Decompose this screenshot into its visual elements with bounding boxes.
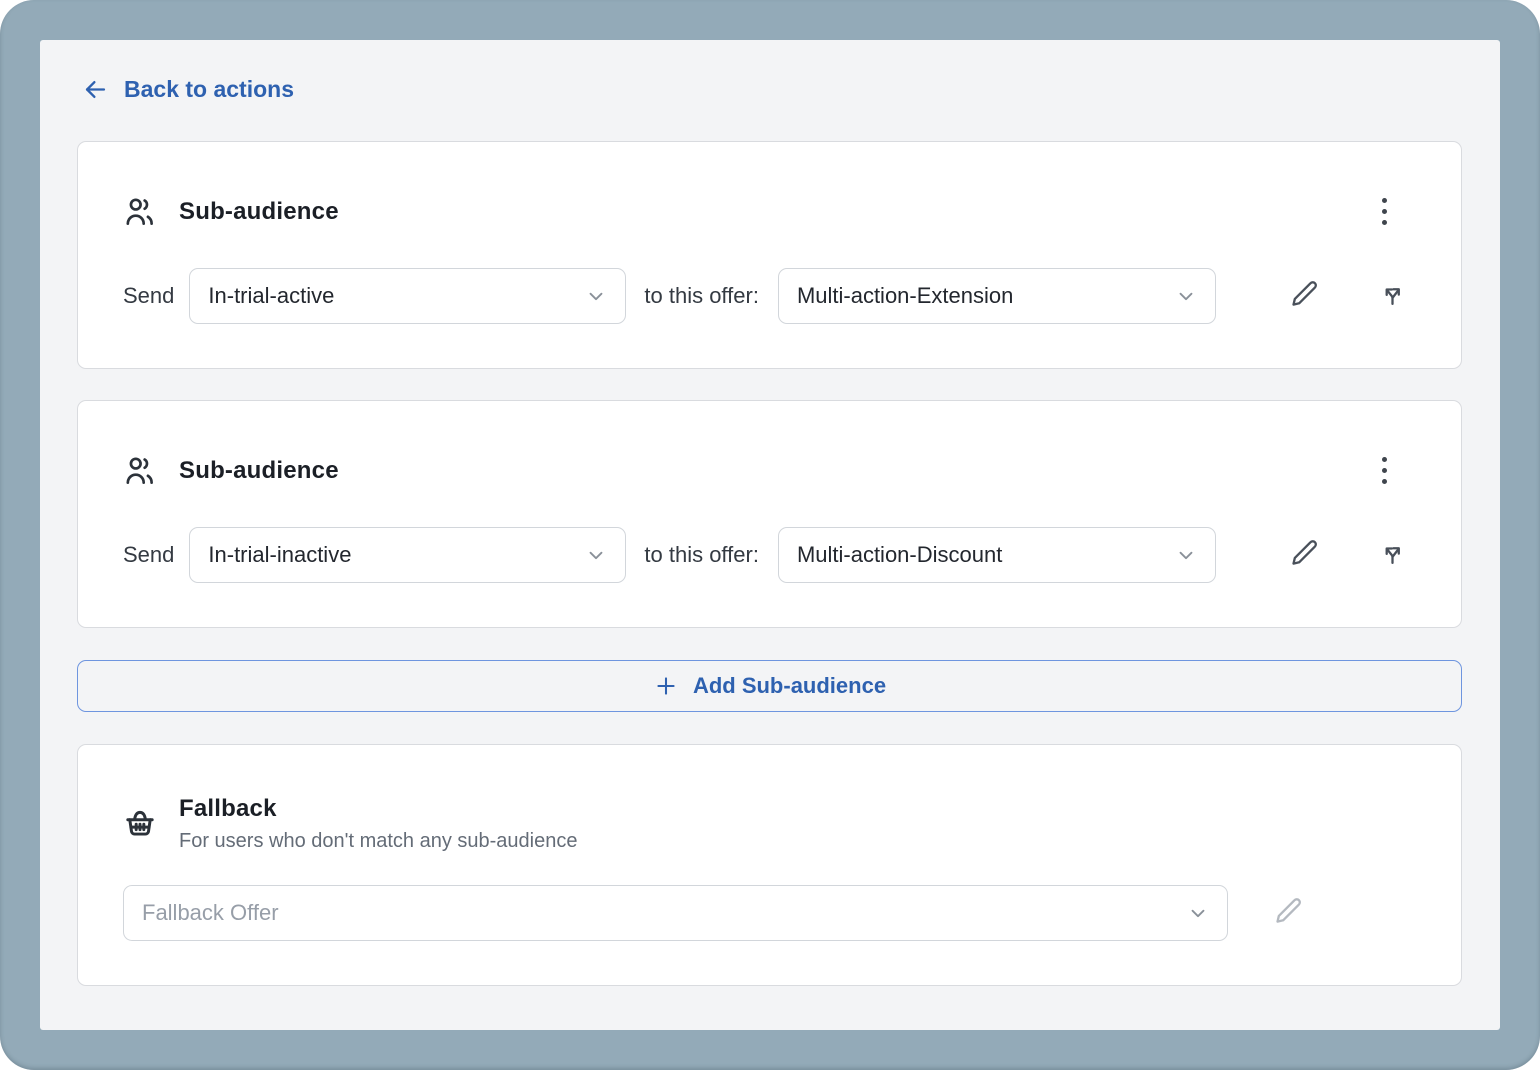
card-actions: [1286, 537, 1416, 573]
edit-offer-button[interactable]: [1286, 278, 1322, 314]
offer-label: to this offer:: [644, 283, 759, 309]
card-controls-row: Send In-trial-active to this offer: Mult…: [123, 268, 1416, 324]
fallback-subtitle: For users who don't match any sub-audien…: [179, 830, 577, 853]
audience-select-value: In-trial-inactive: [208, 542, 585, 568]
card-title: Sub-audience: [179, 457, 339, 485]
users-icon: [123, 454, 157, 488]
kebab-menu-icon: [1382, 457, 1387, 462]
fallback-controls-row: Fallback Offer: [123, 885, 1416, 941]
sub-audience-card: Sub-audience Send In-trial-active to thi…: [77, 141, 1462, 369]
send-label: Send: [123, 542, 174, 568]
shopping-basket-icon: [123, 807, 157, 841]
fallback-card: Fallback For users who don't match any s…: [77, 744, 1462, 986]
back-link-label: Back to actions: [124, 76, 294, 103]
card-header: Sub-audience: [123, 192, 1416, 232]
edit-pencil-icon: [1274, 896, 1303, 930]
edit-pencil-icon: [1290, 279, 1319, 313]
card-title: Sub-audience: [179, 198, 339, 226]
edit-fallback-offer-button[interactable]: [1270, 895, 1306, 931]
chevron-down-icon: [1187, 902, 1209, 924]
offer-select[interactable]: Multi-action-Discount: [778, 527, 1216, 583]
chevron-down-icon: [585, 544, 607, 566]
actions-panel: Back to actions Sub-audience: [40, 40, 1500, 1030]
fallback-offer-placeholder: Fallback Offer: [142, 900, 1187, 926]
chevron-down-icon: [1175, 285, 1197, 307]
edit-offer-button[interactable]: [1286, 537, 1322, 573]
branch-split-icon: [1378, 279, 1407, 313]
kebab-menu-icon: [1382, 198, 1387, 203]
card-menu-button[interactable]: [1366, 453, 1402, 489]
chevron-down-icon: [585, 285, 607, 307]
branch-button[interactable]: [1374, 537, 1410, 573]
offer-label: to this offer:: [644, 542, 759, 568]
card-actions: [1286, 278, 1416, 314]
app-window: Back to actions Sub-audience: [0, 0, 1540, 1070]
add-button-label: Add Sub-audience: [693, 673, 886, 699]
card-header: Sub-audience: [123, 451, 1416, 491]
send-label: Send: [123, 283, 174, 309]
audience-select[interactable]: In-trial-inactive: [189, 527, 626, 583]
offer-select-value: Multi-action-Extension: [797, 283, 1175, 309]
back-to-actions-link[interactable]: Back to actions: [82, 74, 294, 104]
audience-select-value: In-trial-active: [208, 283, 585, 309]
back-arrow-icon: [82, 76, 109, 103]
card-menu-button[interactable]: [1366, 194, 1402, 230]
offer-select-value: Multi-action-Discount: [797, 542, 1175, 568]
branch-split-icon: [1378, 538, 1407, 572]
sub-audience-card: Sub-audience Send In-trial-inactive to t…: [77, 400, 1462, 628]
fallback-header: Fallback For users who don't match any s…: [123, 795, 1416, 853]
edit-pencil-icon: [1290, 538, 1319, 572]
fallback-title: Fallback: [179, 795, 577, 823]
chevron-down-icon: [1175, 544, 1197, 566]
card-controls-row: Send In-trial-inactive to this offer: Mu…: [123, 527, 1416, 583]
audience-select[interactable]: In-trial-active: [189, 268, 626, 324]
users-icon: [123, 195, 157, 229]
add-sub-audience-button[interactable]: Add Sub-audience: [77, 660, 1462, 712]
branch-button[interactable]: [1374, 278, 1410, 314]
offer-select[interactable]: Multi-action-Extension: [778, 268, 1216, 324]
plus-icon: [653, 673, 679, 699]
fallback-offer-select[interactable]: Fallback Offer: [123, 885, 1228, 941]
